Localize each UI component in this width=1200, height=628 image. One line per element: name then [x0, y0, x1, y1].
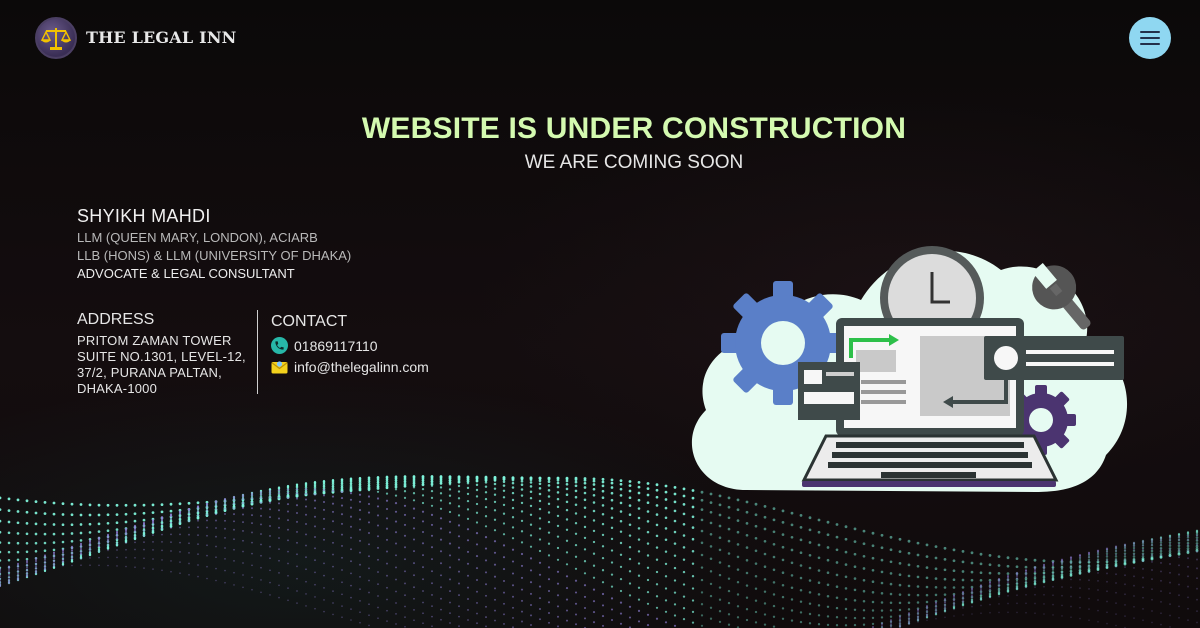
- hero-subtitle: WE ARE COMING SOON: [524, 152, 744, 173]
- address-line-3: 37/2, PURANA PALTAN,: [77, 365, 222, 380]
- contact-email-address[interactable]: info@thelegalinn.com: [294, 359, 429, 375]
- phone-icon: [271, 337, 288, 354]
- window-card-icon: [798, 362, 860, 420]
- address-line-2: SUITE NO.1301, LEVEL-12,: [77, 349, 246, 364]
- profile-role: ADVOCATE & LEGAL CONSULTANT: [77, 266, 295, 281]
- address-line-4: DHAKA-1000: [77, 381, 158, 396]
- address-heading: ADDRESS: [77, 311, 155, 328]
- contact-email-row[interactable]: info@thelegalinn.com: [271, 359, 429, 375]
- address-line-1: PRITOM ZAMAN TOWER: [77, 333, 232, 348]
- envelope-icon: [271, 359, 288, 375]
- contact-heading: CONTACT: [271, 313, 348, 330]
- contact-phone-row[interactable]: 01869117110: [271, 337, 378, 354]
- profile-card-icon: [984, 336, 1124, 380]
- profile-name: SHYIKH MAHDI: [77, 206, 211, 226]
- menu-button[interactable]: [1129, 17, 1171, 59]
- address-contact-divider: [257, 310, 258, 394]
- profile-qualification-1: LLM (QUEEN MARY, LONDON), ACIARB: [77, 230, 318, 245]
- profile-qualification-2: LLB (HONS) & LLM (UNIVERSITY OF DHAKA): [77, 248, 352, 263]
- brand-name[interactable]: THE LEGAL INN: [86, 28, 236, 47]
- scales-of-justice-icon: [40, 28, 72, 50]
- hamburger-menu-icon: [1140, 31, 1160, 45]
- contact-phone-number[interactable]: 01869117110: [294, 338, 378, 354]
- laptop-under-construction-illustration: [691, 246, 1128, 492]
- brand-logo[interactable]: [35, 17, 77, 59]
- hero-title: WEBSITE IS UNDER CONSTRUCTION: [361, 112, 907, 145]
